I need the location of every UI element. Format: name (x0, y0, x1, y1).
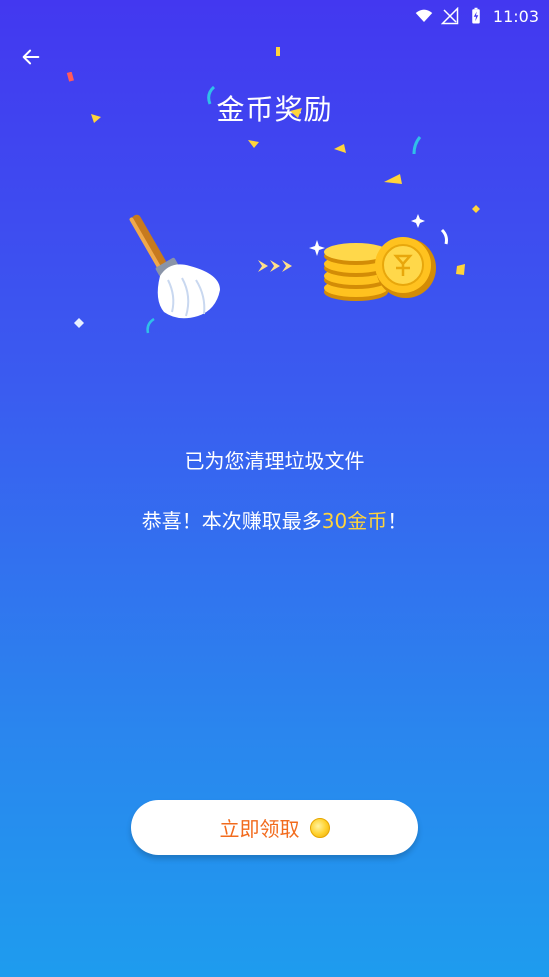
wifi-icon (415, 9, 433, 22)
status-time: 11:03 (492, 6, 539, 26)
status-bar: 11:03 (0, 0, 549, 32)
page-title: 金币奖励 (216, 93, 333, 126)
claim-button[interactable]: 立即领取 (131, 800, 418, 855)
back-button[interactable] (14, 40, 48, 74)
coin-stack-icon (324, 237, 436, 301)
claim-button-label: 立即领取 (219, 817, 300, 841)
reward-amount: 30金币 (321, 509, 388, 533)
signal-off-icon (440, 7, 459, 25)
cleaned-message: 已为您清理垃圾文件 (184, 449, 365, 473)
broom-icon (129, 214, 220, 319)
coin-icon (309, 817, 330, 838)
back-arrow-icon (22, 49, 40, 65)
reward-message: 恭喜！本次赚取最多30金币！ (0, 505, 549, 534)
reward-message-prefix: 恭喜！本次赚取最多 (141, 509, 322, 533)
battery-charging-icon (472, 7, 480, 24)
arrow-right-icon (258, 260, 292, 272)
reward-illustration (129, 214, 448, 319)
reward-message-suffix: ！ (387, 509, 408, 533)
